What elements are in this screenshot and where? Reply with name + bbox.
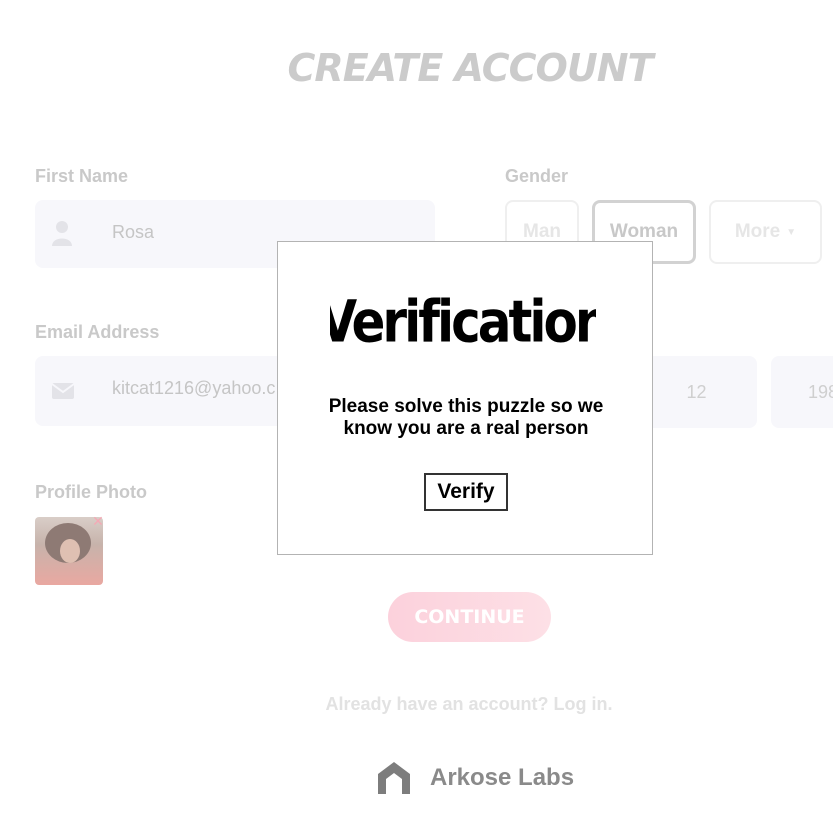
gender-option-more[interactable]: More ▼ [709,200,822,264]
first-name-label: First Name [35,166,129,186]
birthday-year-value: 198 [808,381,833,402]
continue-button[interactable]: CONTINUE [388,592,551,642]
email-label: Email Address [35,322,160,342]
birthday-year-field[interactable]: 198 [771,356,833,428]
brand-name: Arkose Labs [430,764,575,791]
birthday-day-field[interactable]: 12 [636,356,757,428]
arkose-logo-icon [378,762,410,794]
first-name-value: Rosa [112,222,155,242]
chevron-down-icon: ▼ [786,226,797,238]
verify-button[interactable]: Verify [424,473,508,511]
close-icon[interactable]: ✕ [90,513,106,529]
person-icon [52,221,72,246]
login-link[interactable]: Already have an account? Log in. [0,694,833,715]
verification-title: Verification [330,288,596,355]
email-value: kitcat1216@yahoo.c [112,378,276,398]
page-title: CREATE ACCOUNT [287,46,654,90]
gender-option-more-label: More [734,221,781,242]
gender-label: Gender [505,166,569,186]
verification-message-line-2: know you are a real person [343,418,589,439]
verification-message: Please solve this puzzle so we know you … [298,396,634,440]
profile-photo-label: Profile Photo [35,482,147,502]
verification-message-line-1: Please solve this puzzle so we [328,396,604,417]
brand-footer: Arkose Labs [376,760,574,796]
envelope-icon [51,383,75,399]
verification-dialog: Verification Please solve this puzzle so… [277,241,653,555]
verification-title-text: Verification [330,288,596,355]
